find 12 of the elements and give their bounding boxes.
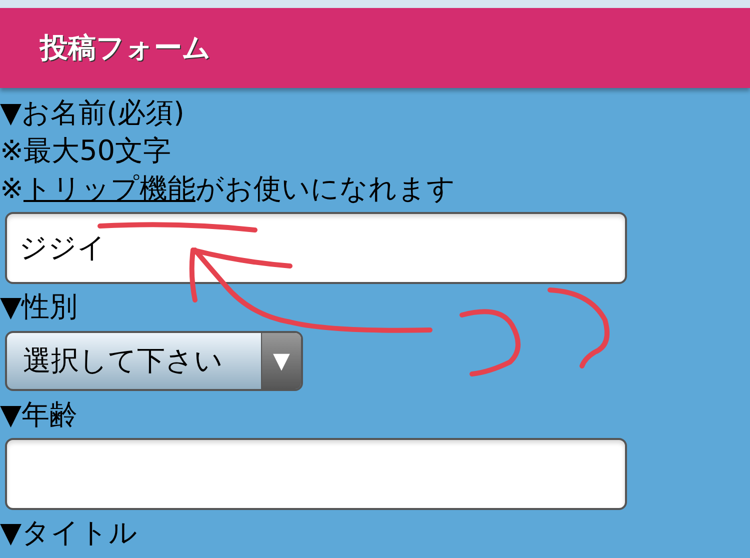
text-field[interactable]: ジジイ bbox=[5, 212, 627, 284]
field-label: ▼年齢 bbox=[0, 397, 78, 433]
field-label: ▼お名前(必須) bbox=[0, 95, 184, 131]
field-label: ▼性別 bbox=[0, 289, 78, 325]
field-note: ※トリップ機能がお使いになれます bbox=[0, 171, 456, 207]
trip-link[interactable]: トリップ機能 bbox=[23, 172, 196, 205]
field-note: ※最大50文字 bbox=[0, 133, 172, 169]
header-title: 投稿フォーム bbox=[40, 30, 211, 66]
field-label: ▼タイトル bbox=[0, 515, 138, 551]
select-value: 選択して下さい bbox=[22, 343, 224, 379]
select-dropdown[interactable]: 選択して下さい ▼ bbox=[5, 331, 303, 391]
text-field[interactable] bbox=[5, 438, 627, 510]
